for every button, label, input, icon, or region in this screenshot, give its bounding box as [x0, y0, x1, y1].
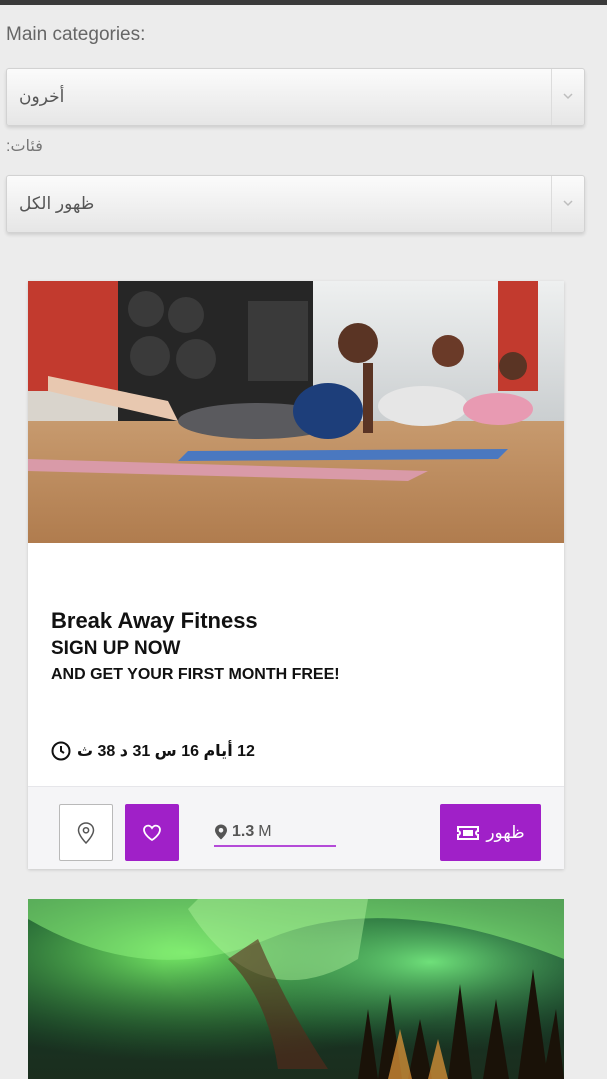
clock-icon [51, 741, 71, 761]
deal-card[interactable]: Break Away Fitness SIGN UP NOW AND GET Y… [28, 281, 564, 869]
deal-subtitle: SIGN UP NOW [51, 638, 181, 659]
favorite-button[interactable] [125, 804, 179, 861]
subcategory-value: ظهور الكل [19, 194, 95, 213]
select-divider [551, 69, 552, 125]
ticket-icon [457, 825, 480, 840]
location-pin-icon [77, 821, 95, 844]
main-category-value: أخرون [19, 87, 65, 106]
heart-icon [143, 824, 161, 841]
deal-offer-text: AND GET YOUR FIRST MONTH FREE! [51, 666, 340, 683]
fitness-photo [28, 281, 564, 543]
distance-unit: M [258, 823, 272, 840]
show-deal-button[interactable]: ظهور [440, 804, 541, 861]
show-deal-label: ظهور [486, 822, 525, 842]
deal-title: Break Away Fitness [51, 608, 258, 633]
select-divider [551, 176, 552, 232]
main-category-select[interactable]: أخرون [6, 68, 585, 126]
location-marker-icon [215, 824, 227, 840]
chevron-down-icon [563, 200, 573, 207]
chevron-down-icon [563, 93, 573, 100]
deal-countdown: 12 أيام 16 س 31 د 38 ث [51, 740, 255, 762]
status-bar [0, 0, 607, 5]
subcategory-select[interactable]: ظهور الكل [6, 175, 585, 233]
aurora-photo [28, 899, 564, 1079]
distance-value: 1.3 [232, 823, 255, 840]
subcategories-label: :فئات [6, 138, 43, 155]
main-categories-label: Main categories: [6, 24, 146, 45]
deal-image[interactable] [28, 281, 564, 543]
map-button[interactable] [59, 804, 113, 861]
deal-actions: 1.3 M ظهور [28, 786, 564, 869]
distance-indicator: 1.3 M [214, 819, 336, 847]
deal-card-2-image[interactable] [28, 899, 564, 1079]
countdown-text: 12 أيام 16 س 31 د 38 ث [77, 743, 255, 760]
